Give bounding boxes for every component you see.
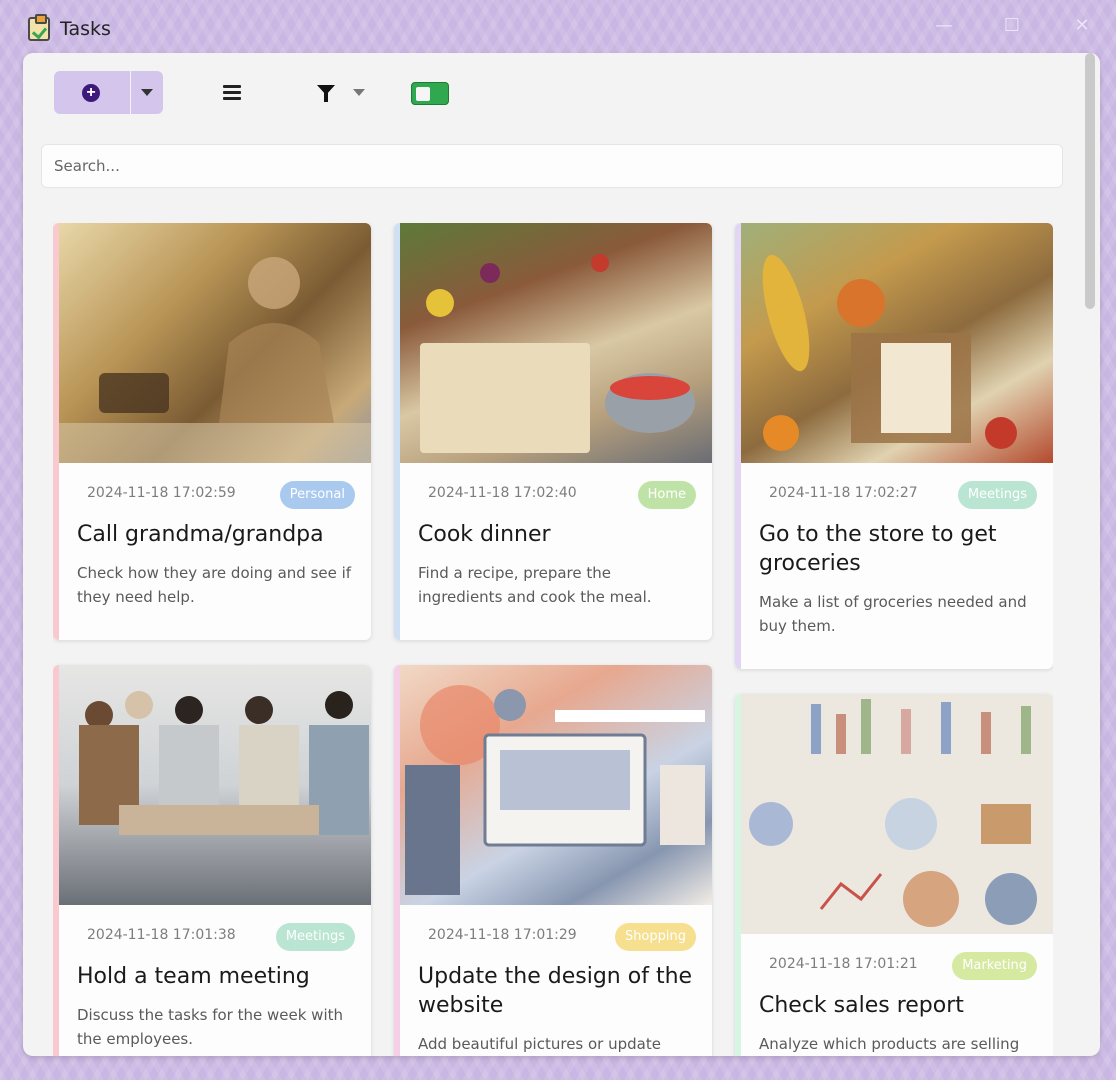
scrollbar[interactable] — [1083, 53, 1100, 1056]
card-description: Find a recipe, prepare the ingredients a… — [418, 564, 652, 606]
chevron-down-icon — [353, 89, 365, 96]
card-description: Make a list of groceries needed and buy … — [759, 593, 1027, 635]
card-tag: Home — [637, 481, 696, 509]
card-image — [59, 223, 371, 463]
task-card[interactable]: 2024-11-18 17:02:27 Meetings Go to the s… — [735, 223, 1053, 669]
card-date: 2024-11-18 17:02:40 — [428, 485, 577, 501]
card-tag: Meetings — [275, 923, 355, 951]
maximize-button[interactable]: ☐ — [998, 12, 1026, 40]
card-title: Cook dinner — [418, 522, 551, 547]
card-title: Go to the store to get groceries — [759, 522, 997, 576]
card-tag: Personal — [279, 481, 355, 509]
groceries-illustration — [762, 254, 1017, 451]
card-title: Update the design of the website — [418, 964, 693, 1018]
filter-icon[interactable] — [317, 85, 335, 103]
task-grid: 2024-11-18 17:02:59 Personal Call grandm… — [53, 223, 1053, 1056]
card-image — [400, 223, 712, 463]
card-tag: Marketing — [952, 952, 1037, 980]
app-window: + 2024-11-18 — [23, 53, 1100, 1056]
clipboard-check-icon — [28, 14, 50, 41]
card-description: Add beautiful pictures or update — [418, 1035, 661, 1053]
card-description: Check how they are doing and see if they… — [77, 564, 352, 606]
minimize-button[interactable]: — — [930, 12, 958, 40]
cooking-illustration — [420, 254, 695, 453]
web-design-illustration — [405, 685, 705, 895]
view-toggle[interactable] — [411, 82, 449, 105]
window-title: Tasks — [60, 18, 111, 40]
task-card[interactable]: 2024-11-18 17:02:40 Home Cook dinner Fin… — [394, 223, 712, 640]
card-image — [741, 694, 1053, 934]
person-on-phone-illustration — [59, 257, 371, 463]
task-card[interactable]: 2024-11-18 17:02:59 Personal Call grandm… — [53, 223, 371, 640]
close-button[interactable]: ✕ — [1068, 12, 1096, 40]
card-date: 2024-11-18 17:02:27 — [769, 485, 918, 501]
task-card[interactable]: 2024-11-18 17:01:21 Marketing Check sale… — [735, 694, 1053, 1056]
task-card[interactable]: 2024-11-18 17:01:38 Meetings Hold a team… — [53, 665, 371, 1056]
search-input[interactable] — [41, 144, 1063, 188]
card-image — [400, 665, 712, 905]
card-title: Check sales report — [759, 993, 964, 1018]
toolbar: + — [23, 53, 1100, 133]
task-card[interactable]: 2024-11-18 17:01:29 Shopping Update the … — [394, 665, 712, 1056]
card-title: Call grandma/grandpa — [77, 522, 324, 547]
title-bar: Tasks — ☐ ✕ — [0, 0, 1116, 56]
chevron-down-icon — [141, 89, 153, 96]
card-description: Analyze which products are selling — [759, 1035, 1020, 1053]
toggle-knob — [416, 87, 430, 101]
team-meeting-illustration — [79, 691, 369, 835]
card-tag: Meetings — [957, 481, 1037, 509]
card-image — [741, 223, 1053, 463]
card-tag: Shopping — [614, 923, 696, 951]
add-task-dropdown-button[interactable] — [131, 71, 163, 114]
list-view-icon[interactable] — [223, 85, 241, 100]
plus-icon: + — [82, 84, 100, 102]
card-date: 2024-11-18 17:01:38 — [87, 927, 236, 943]
card-date: 2024-11-18 17:01:29 — [428, 927, 577, 943]
card-description: Discuss the tasks for the week with the … — [77, 1006, 344, 1048]
add-task-button[interactable]: + — [54, 71, 130, 114]
card-image — [59, 665, 371, 905]
card-title: Hold a team meeting — [77, 964, 310, 989]
card-date: 2024-11-18 17:01:21 — [769, 956, 918, 972]
card-date: 2024-11-18 17:02:59 — [87, 485, 236, 501]
scrollbar-thumb[interactable] — [1085, 53, 1095, 309]
sales-report-illustration — [749, 699, 1037, 927]
